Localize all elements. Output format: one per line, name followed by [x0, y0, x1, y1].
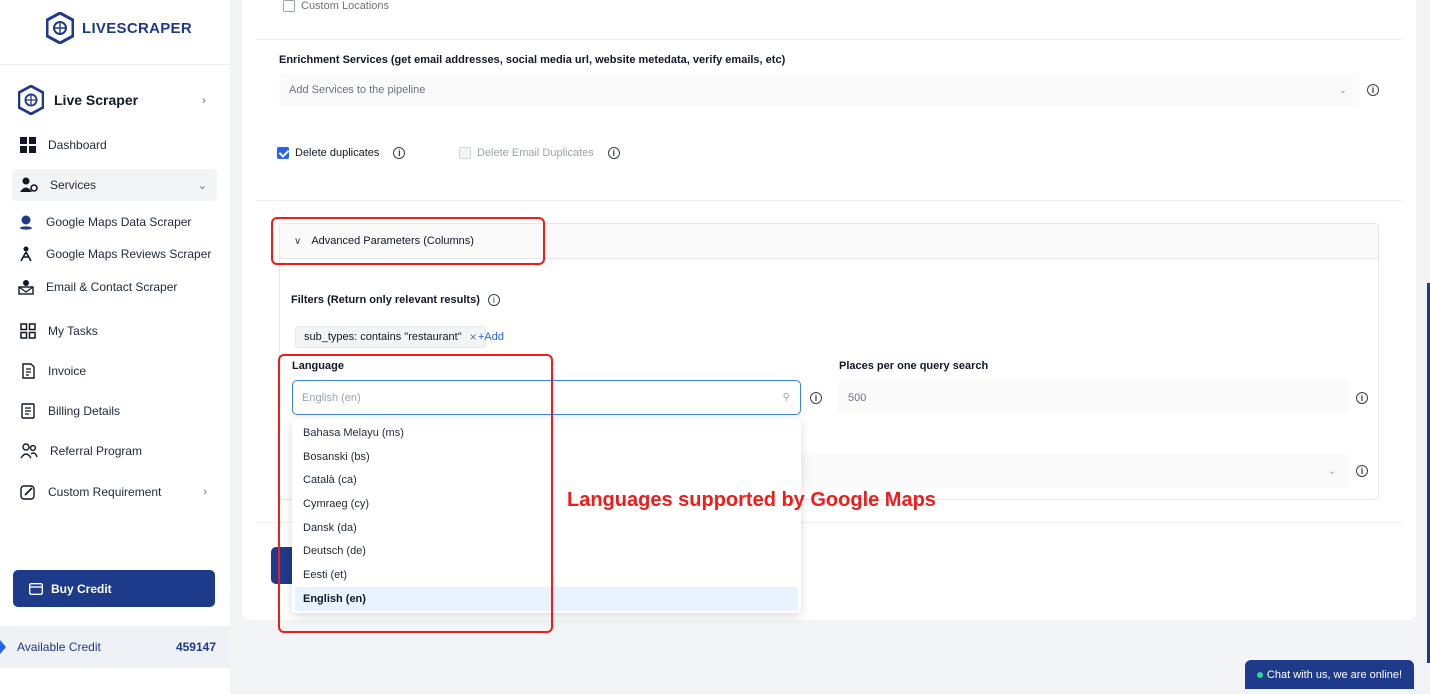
- sidebar-item-invoice[interactable]: Invoice: [12, 355, 217, 387]
- sidebar-item-label: Dashboard: [48, 138, 107, 152]
- sidebar-sub-label: Email & Contact Scraper: [46, 280, 178, 294]
- filter-tag-text: sub_types: contains "restaurant": [304, 331, 462, 343]
- sidebar-item-my-tasks[interactable]: My Tasks: [12, 315, 217, 347]
- billing-icon: [21, 403, 35, 419]
- sidebar-sub-google-maps-data-scraper[interactable]: Google Maps Data Scraper: [18, 209, 191, 235]
- annotation-box-advanced: [271, 217, 545, 265]
- filters-label: Filters (Return only relevant results): [291, 294, 480, 306]
- delete-duplicates-row[interactable]: Delete duplicates i: [277, 147, 406, 159]
- chat-widget[interactable]: Chat with us, we are online!: [1245, 660, 1414, 689]
- delete-email-duplicates-label: Delete Email Duplicates: [477, 147, 594, 159]
- custom-locations-label: Custom Locations: [301, 0, 390, 12]
- close-icon[interactable]: ×: [470, 330, 477, 344]
- sidebar-item-billing-details[interactable]: Billing Details: [12, 395, 217, 427]
- sidebar-live-scraper-label: Live Scraper: [54, 92, 139, 108]
- sidebar-item-label: Invoice: [48, 364, 87, 378]
- search-icon: ⚲: [782, 392, 790, 403]
- sidebar-item-services[interactable]: Services ⌄: [12, 169, 217, 201]
- sidebar-item-custom-requirement[interactable]: Custom Requirement ›: [12, 476, 217, 508]
- grid-icon: [20, 137, 36, 153]
- sidebar-sub-email-contact-scraper[interactable]: Email & Contact Scraper: [18, 274, 177, 300]
- custom-locations-checkbox[interactable]: [283, 0, 295, 12]
- enrichment-placeholder: Add Services to the pipeline: [289, 84, 426, 96]
- buy-credit-label: Buy Credit: [51, 581, 112, 596]
- invoice-icon: [22, 363, 35, 379]
- sidebar-item-dashboard[interactable]: Dashboard: [12, 129, 217, 161]
- add-filter-link[interactable]: +Add: [478, 331, 504, 343]
- divider: [256, 39, 1402, 40]
- enrichment-label: Enrichment Services (get email addresses…: [279, 54, 786, 66]
- sidebar-divider: [0, 64, 230, 65]
- sidebar-item-label: Referral Program: [50, 444, 143, 458]
- custom-locations-row[interactable]: Custom Locations: [283, 0, 389, 12]
- sidebar-sub-label: Google Maps Data Scraper: [46, 215, 192, 229]
- secondary-select[interactable]: ⌄: [802, 454, 1348, 488]
- annotation-box-language: [278, 354, 553, 633]
- sidebar-item-label: Services: [50, 178, 97, 192]
- buy-credit-button[interactable]: Buy Credit: [13, 570, 215, 607]
- brand-logo[interactable]: LIVESCRAPER: [46, 12, 192, 44]
- reviews-icon: [20, 246, 32, 262]
- sidebar-item-label: Billing Details: [48, 404, 121, 418]
- places-input[interactable]: 500: [838, 380, 1348, 415]
- places-value: 500: [848, 391, 867, 404]
- chevron-down-icon: ⌄: [1327, 465, 1336, 477]
- sidebar: LIVESCRAPER Live Scraper › Dashboard Ser…: [0, 0, 230, 694]
- filters-label-row: Filters (Return only relevant results) i: [291, 294, 500, 306]
- tasks-icon: [20, 323, 36, 339]
- logo-icon: [46, 12, 74, 44]
- delete-email-duplicates-row[interactable]: Delete Email Duplicates i: [459, 147, 620, 159]
- sidebar-live-scraper[interactable]: Live Scraper ›: [18, 84, 218, 116]
- sidebar-item-label: My Tasks: [48, 324, 98, 338]
- info-icon[interactable]: i: [393, 147, 406, 159]
- email-icon: [18, 280, 34, 295]
- referral-icon: [20, 443, 38, 459]
- enrichment-select[interactable]: Add Services to the pipeline ⌄: [279, 73, 1359, 107]
- annotation-text: Languages supported by Google Maps: [567, 489, 936, 511]
- divider: [256, 200, 1402, 201]
- credit-card-icon: [29, 582, 43, 595]
- sidebar-item-referral-program[interactable]: Referral Program: [12, 435, 217, 467]
- places-label: Places per one query search: [839, 360, 989, 372]
- active-indicator: [0, 640, 6, 654]
- available-credit-value: 459147: [175, 640, 216, 654]
- logo-icon: [18, 85, 44, 115]
- available-credit-label: Available Credit: [17, 640, 101, 654]
- edit-icon: [20, 485, 35, 500]
- info-icon[interactable]: i: [1367, 84, 1379, 96]
- sidebar-item-label: Custom Requirement: [48, 485, 162, 499]
- online-dot-icon: [1256, 671, 1263, 678]
- info-icon[interactable]: i: [607, 147, 620, 159]
- chevron-right-icon: ›: [202, 93, 206, 107]
- chat-label: Chat with us, we are online!: [1266, 668, 1403, 681]
- chevron-down-icon: ⌄: [1338, 84, 1347, 96]
- info-icon[interactable]: i: [810, 392, 822, 404]
- delete-duplicates-label: Delete duplicates: [295, 147, 380, 159]
- map-pin-icon: [20, 215, 32, 230]
- filter-tag: sub_types: contains "restaurant" ×: [295, 326, 486, 348]
- users-gear-icon: [20, 177, 38, 192]
- info-icon[interactable]: i: [1356, 465, 1368, 477]
- info-icon[interactable]: i: [1356, 392, 1368, 404]
- brand-name: LIVESCRAPER: [82, 19, 192, 37]
- chevron-down-icon: ⌄: [197, 179, 207, 192]
- sidebar-sub-label: Google Maps Reviews Scraper: [46, 247, 212, 261]
- info-icon[interactable]: i: [487, 294, 500, 306]
- sidebar-sub-google-maps-reviews-scraper[interactable]: Google Maps Reviews Scraper: [18, 241, 211, 267]
- delete-duplicates-checkbox[interactable]: [277, 147, 289, 159]
- available-credit: Available Credit 459147: [0, 626, 230, 668]
- delete-email-duplicates-checkbox[interactable]: [459, 147, 471, 159]
- chevron-right-icon: ›: [203, 486, 207, 498]
